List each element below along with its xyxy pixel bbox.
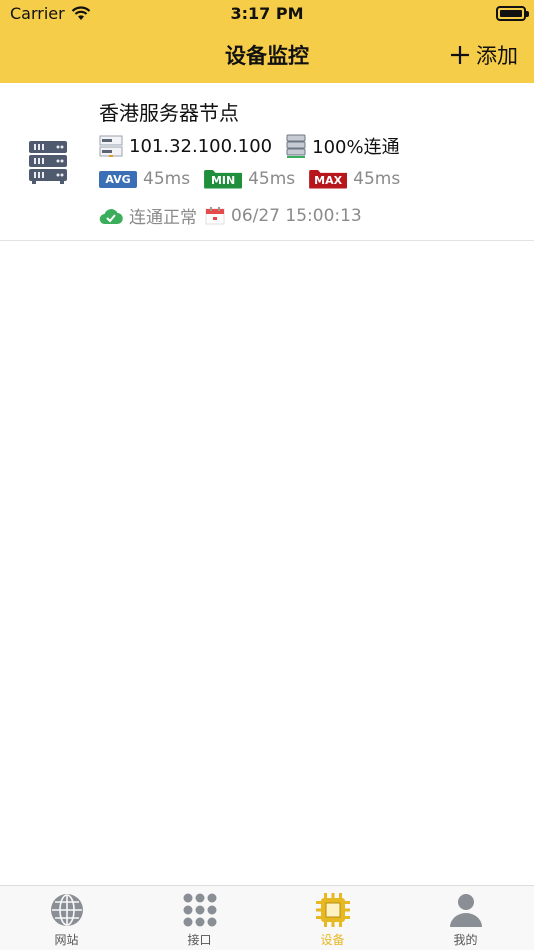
last-check-time: 06/27 15:00:13: [231, 205, 362, 226]
grid-dots-icon: [183, 893, 216, 927]
tab-label: 我的: [453, 933, 478, 947]
server-icon: [29, 141, 67, 184]
plus-icon: [451, 46, 469, 64]
status-bar: Carrier 3:17 PM: [0, 0, 534, 28]
globe-icon: [50, 894, 83, 926]
device-ip: 101.32.100.100: [129, 135, 273, 157]
ip-address-icon: [99, 135, 123, 157]
max-latency: 45ms: [353, 169, 401, 189]
device-status: 连通正常: [129, 208, 197, 228]
avg-tag: AVG: [99, 170, 137, 188]
calendar-icon: [205, 206, 225, 224]
device-list: 香港服务器节点 101.32.100.100 100%连通 AVG 45ms M…: [0, 83, 534, 241]
chip-icon: [315, 893, 350, 927]
device-connectivity: 100%连通: [312, 137, 400, 158]
avg-latency: 45ms: [143, 169, 191, 189]
min-latency: 45ms: [248, 169, 296, 189]
clock: 3:17 PM: [230, 4, 304, 23]
device-row[interactable]: 香港服务器节点 101.32.100.100 100%连通 AVG 45ms M…: [0, 83, 534, 241]
add-label: 添加: [476, 44, 518, 68]
cloud-check-icon: [99, 208, 123, 224]
tab-bar: 网站 接口 设备 我的: [0, 885, 534, 950]
tab-label: 设备: [320, 933, 345, 947]
tab-interface[interactable]: 接口: [133, 886, 266, 950]
tab-website[interactable]: 网站: [0, 886, 133, 950]
min-tag: MIN: [204, 169, 243, 189]
device-name: 香港服务器节点: [99, 101, 239, 125]
status-line: 连通正常 06/27 15:00:13: [99, 203, 362, 228]
header: Carrier 3:17 PM 设备监控 添加: [0, 0, 534, 83]
add-device-button[interactable]: 添加: [450, 40, 518, 70]
tab-label: 接口: [187, 933, 212, 947]
tab-label: 网站: [54, 933, 79, 947]
max-tag: MAX: [309, 169, 348, 189]
server-status-icon: [286, 134, 306, 158]
tab-mine[interactable]: 我的: [399, 886, 532, 950]
latency-line: AVG 45ms MIN 45ms MAX 45ms: [99, 169, 400, 189]
device-info-line: 101.32.100.100 100%连通: [99, 133, 400, 159]
person-icon: [449, 894, 482, 927]
tab-device[interactable]: 设备: [266, 886, 399, 950]
battery-icon: [496, 6, 529, 21]
